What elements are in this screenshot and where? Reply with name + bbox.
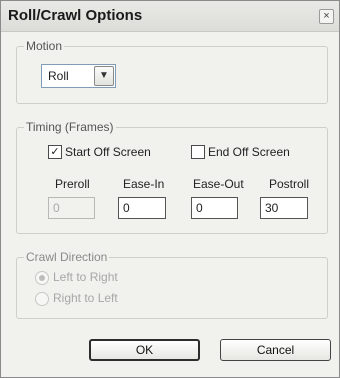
- start-off-screen-checkbox[interactable]: ✓: [48, 145, 62, 159]
- close-icon[interactable]: ×: [319, 9, 334, 24]
- roll-crawl-options-dialog: Roll/Crawl Options × Motion Roll ▼ Timin…: [0, 0, 340, 378]
- left-to-right-label[interactable]: Left to Right: [53, 270, 118, 284]
- right-to-left-radio[interactable]: [35, 292, 49, 306]
- title-bar[interactable]: Roll/Crawl Options ×: [1, 1, 339, 32]
- ease-in-field[interactable]: 0: [118, 197, 166, 219]
- chevron-down-icon[interactable]: ▼: [94, 66, 114, 86]
- right-to-left-label[interactable]: Right to Left: [53, 291, 118, 305]
- crawl-direction-legend: Crawl Direction: [24, 250, 110, 264]
- ease-out-label: Ease-Out: [193, 177, 244, 191]
- motion-selected-value: Roll: [48, 69, 69, 83]
- postroll-field[interactable]: 30: [260, 197, 308, 219]
- crawl-direction-group: Crawl Direction: [16, 250, 328, 319]
- ok-button[interactable]: OK: [89, 339, 200, 361]
- timing-legend: Timing (Frames): [24, 120, 116, 134]
- dialog-title: Roll/Crawl Options: [8, 7, 143, 24]
- postroll-label: Postroll: [269, 177, 310, 191]
- cancel-button[interactable]: Cancel: [220, 339, 331, 361]
- motion-select[interactable]: Roll ▼: [41, 64, 116, 88]
- start-off-screen-label[interactable]: Start Off Screen: [65, 145, 151, 159]
- ease-in-label: Ease-In: [123, 177, 165, 191]
- preroll-field[interactable]: 0: [48, 197, 95, 219]
- preroll-label: Preroll: [55, 177, 90, 191]
- motion-legend: Motion: [24, 39, 65, 53]
- end-off-screen-label[interactable]: End Off Screen: [208, 145, 290, 159]
- end-off-screen-checkbox[interactable]: [191, 145, 205, 159]
- left-to-right-radio[interactable]: [35, 271, 49, 285]
- ease-out-field[interactable]: 0: [191, 197, 238, 219]
